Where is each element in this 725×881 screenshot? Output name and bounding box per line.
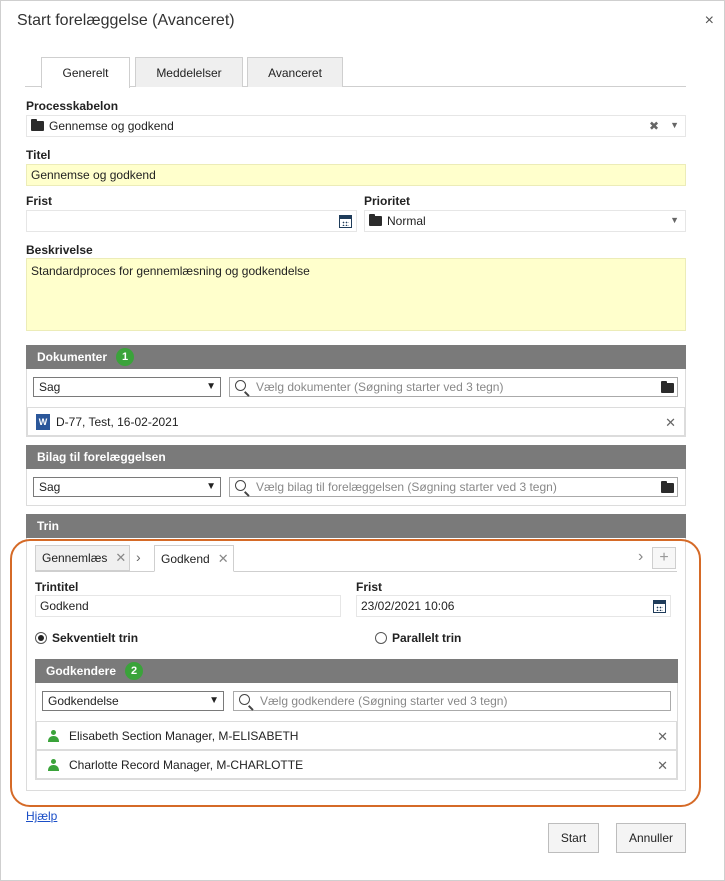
user-icon — [48, 729, 59, 742]
documents-source-value: Sag — [39, 380, 61, 394]
chevron-right-icon: › — [136, 549, 141, 565]
steps-header[interactable]: Trin — [26, 514, 686, 538]
calendar-icon[interactable] — [653, 600, 666, 613]
tab-bar: Generelt Meddelelser Avanceret — [25, 57, 686, 88]
remove-icon[interactable]: ✕ — [657, 758, 668, 774]
tab-advanced[interactable]: Avanceret — [247, 57, 343, 87]
template-select[interactable]: Gennemse og godkend ✖ ▼ — [26, 115, 686, 137]
documents-search-placeholder: Vælg dokumenter (Søgning starter ved 3 t… — [256, 380, 504, 394]
attachments-title: Bilag til forelæggelsen — [37, 450, 166, 464]
tab-messages[interactable]: Meddelelser — [135, 57, 243, 87]
approver-list-item[interactable]: Charlotte Record Manager, M-CHARLOTTE ✕ — [36, 750, 677, 779]
attachments-body: Sag ▼ Vælg bilag til forelæggelsen (Søgn… — [26, 469, 686, 506]
remove-icon[interactable]: ✕ — [657, 729, 668, 745]
close-icon[interactable]: ✕ — [218, 551, 229, 567]
radio-sequential[interactable]: Sekventielt trin — [35, 631, 138, 645]
attachments-header[interactable]: Bilag til forelæggelsen — [26, 445, 686, 469]
steps-title: Trin — [37, 519, 60, 533]
chevron-down-icon: ▼ — [206, 481, 216, 492]
title-input[interactable]: Gennemse og godkend — [26, 164, 686, 186]
chevron-down-icon[interactable]: ▼ — [670, 215, 679, 225]
template-value: Gennemse og godkend — [49, 119, 174, 133]
chevron-down-icon: ▼ — [209, 695, 219, 706]
step-tab-label: Gennemlæs — [42, 551, 108, 565]
priority-label: Prioritet — [364, 194, 411, 208]
close-icon[interactable]: × — [705, 12, 714, 30]
help-link[interactable]: Hjælp — [26, 809, 57, 823]
approver-type-select[interactable]: Godkendelse ▼ — [42, 691, 224, 711]
deadline-label: Frist — [26, 194, 53, 208]
calendar-icon[interactable] — [339, 215, 352, 228]
attachments-search-input[interactable]: Vælg bilag til forelæggelsen (Søgning st… — [229, 477, 678, 497]
approvers-title: Godkendere — [46, 664, 117, 678]
step-deadline-label: Frist — [356, 580, 383, 594]
approvers-search-placeholder: Vælg godkendere (Søgning starter ved 3 t… — [260, 694, 508, 708]
start-submission-dialog: Start forelæggelse (Avanceret) × Generel… — [0, 0, 725, 881]
folder-icon[interactable] — [661, 381, 674, 393]
description-textarea[interactable]: Standardproces for gennemlæsning og godk… — [26, 258, 686, 331]
attachments-search-placeholder: Vælg bilag til forelæggelsen (Søgning st… — [256, 480, 557, 494]
attachments-source-select[interactable]: Sag ▼ — [33, 477, 221, 497]
step-tab-approve[interactable]: Godkend ✕ — [154, 545, 234, 572]
documents-body: Sag ▼ Vælg dokumenter (Søgning starter v… — [26, 369, 686, 437]
folder-icon — [369, 214, 382, 226]
title-label: Titel — [26, 148, 51, 162]
step-tab-review[interactable]: Gennemlæs ✕ — [35, 545, 130, 571]
tab-general[interactable]: Generelt — [41, 57, 130, 88]
template-label: Processkabelon — [26, 99, 119, 113]
document-list-item[interactable]: W D-77, Test, 16-02-2021 ✕ — [27, 407, 685, 436]
attachments-source-value: Sag — [39, 480, 61, 494]
documents-count-badge: 1 — [116, 348, 135, 366]
radio-parallel-label: Parallelt trin — [392, 631, 462, 645]
chevron-down-icon: ▼ — [206, 381, 216, 392]
deadline-input[interactable] — [26, 210, 357, 232]
folder-icon[interactable] — [661, 481, 674, 493]
search-icon — [239, 694, 250, 705]
documents-header[interactable]: Dokumenter 1 — [26, 345, 686, 369]
user-icon — [48, 758, 59, 771]
document-label: D-77, Test, 16-02-2021 — [56, 414, 179, 429]
clear-icon[interactable]: ✖ — [649, 119, 659, 133]
priority-select[interactable]: Normal ▼ — [364, 210, 686, 232]
approver-type-value: Godkendelse — [48, 694, 119, 708]
documents-title: Dokumenter — [37, 350, 108, 364]
approvers-header[interactable]: Godkendere 2 — [35, 659, 678, 683]
step-deadline-value: 23/02/2021 10:06 — [361, 599, 455, 613]
search-icon — [235, 480, 246, 491]
description-label: Beskrivelse — [26, 243, 93, 257]
approver-label: Charlotte Record Manager, M-CHARLOTTE — [69, 757, 304, 772]
radio-unchecked-icon[interactable] — [375, 632, 387, 644]
step-tabs-divider — [35, 571, 677, 572]
close-icon[interactable]: ✕ — [115, 550, 126, 566]
approvers-search-input[interactable]: Vælg godkendere (Søgning starter ved 3 t… — [233, 691, 671, 711]
search-icon — [235, 380, 246, 391]
approver-list-item[interactable]: Elisabeth Section Manager, M-ELISABETH ✕ — [36, 721, 677, 750]
dialog-title: Start forelæggelse (Avanceret) — [17, 12, 235, 29]
priority-value: Normal — [387, 214, 426, 228]
radio-parallel[interactable]: Parallelt trin — [375, 631, 461, 645]
chevron-right-icon[interactable]: › — [638, 548, 643, 566]
step-title-input[interactable]: Godkend — [35, 595, 341, 617]
approver-label: Elisabeth Section Manager, M-ELISABETH — [69, 728, 299, 743]
chevron-down-icon[interactable]: ▼ — [670, 120, 679, 130]
documents-search-input[interactable]: Vælg dokumenter (Søgning starter ved 3 t… — [229, 377, 678, 397]
word-icon: W — [36, 413, 50, 430]
radio-checked-icon[interactable] — [35, 632, 47, 644]
approvers-count-badge: 2 — [125, 662, 144, 680]
step-deadline-input[interactable]: 23/02/2021 10:06 — [356, 595, 671, 617]
remove-icon[interactable]: ✕ — [665, 415, 676, 431]
radio-sequential-label: Sekventielt trin — [52, 631, 139, 645]
step-tab-label: Godkend — [161, 551, 210, 566]
folder-icon — [31, 119, 44, 131]
documents-source-select[interactable]: Sag ▼ — [33, 377, 221, 397]
add-step-icon[interactable]: + — [652, 547, 676, 569]
start-button[interactable]: Start — [548, 823, 599, 853]
cancel-button[interactable]: Annuller — [616, 823, 686, 853]
step-title-label: Trintitel — [35, 580, 79, 594]
approvers-body: Godkendelse ▼ Vælg godkendere (Søgning s… — [35, 683, 678, 780]
